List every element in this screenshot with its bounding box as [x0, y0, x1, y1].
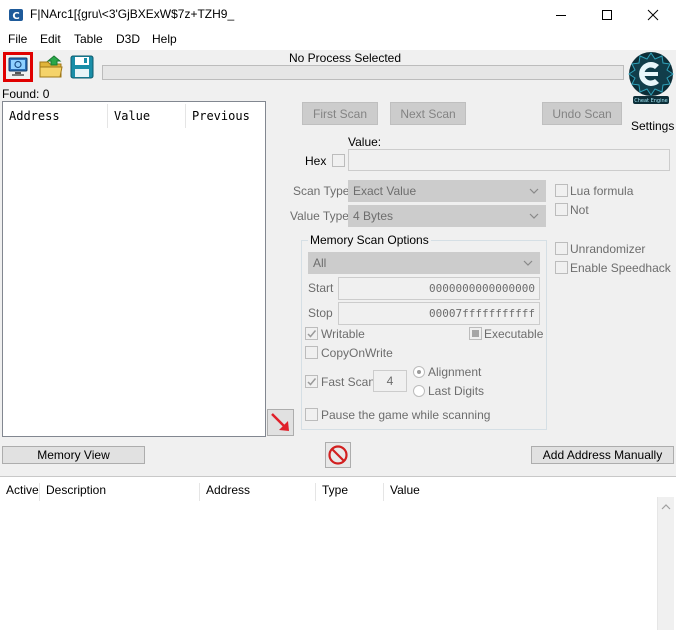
writable-checkbox[interactable]	[305, 327, 318, 340]
unrandomizer-label: Unrandomizer	[570, 242, 646, 256]
stop-label: Stop	[308, 306, 333, 320]
check-icon	[307, 330, 317, 338]
indeterminate-mark	[472, 330, 479, 337]
memory-region-value: All	[313, 256, 327, 270]
lua-formula-label: Lua formula	[570, 184, 634, 198]
first-scan-button[interactable]: First Scan	[302, 102, 378, 125]
value-input[interactable]	[348, 149, 670, 171]
save-button[interactable]	[67, 52, 97, 82]
next-scan-button[interactable]: Next Scan	[390, 102, 466, 125]
minimize-icon	[556, 15, 566, 16]
window-title: F|NArc1[{gru\<3'GjBXExW$7z+TZH9_	[30, 7, 235, 21]
copy-on-write-checkbox[interactable]	[305, 346, 318, 359]
app-icon: C	[8, 7, 24, 23]
column-previous[interactable]: Previous	[186, 104, 264, 128]
column-active[interactable]: Active	[0, 483, 40, 501]
undo-scan-button[interactable]: Undo Scan	[542, 102, 622, 125]
writable-label: Writable	[321, 327, 365, 341]
memory-region-select[interactable]: All	[308, 252, 540, 274]
column-description[interactable]: Description	[40, 483, 200, 501]
minimize-button[interactable]	[538, 0, 584, 30]
not-checkbox[interactable]	[555, 203, 568, 216]
value-type-value: 4 Bytes	[353, 209, 394, 223]
floppy-disk-icon	[70, 55, 94, 79]
column-value[interactable]: Value	[108, 104, 186, 128]
open-process-button[interactable]	[3, 52, 33, 82]
menu-file[interactable]: File	[8, 32, 27, 46]
close-button[interactable]	[630, 0, 676, 30]
column-address[interactable]: Address	[3, 104, 108, 128]
chevron-down-icon	[529, 213, 539, 219]
clear-list-button[interactable]	[325, 442, 351, 468]
pause-game-label: Pause the game while scanning	[321, 408, 491, 422]
close-icon	[647, 9, 659, 21]
found-count: Found: 0	[2, 87, 50, 101]
start-address-input[interactable]: 0000000000000000	[338, 277, 540, 300]
settings-logo-button[interactable]: Cheat Engine	[627, 50, 675, 106]
fast-scan-label: Fast Scan	[321, 375, 376, 389]
add-to-address-list-button[interactable]	[267, 409, 294, 436]
maximize-icon	[602, 10, 612, 20]
chevron-down-icon	[529, 188, 539, 194]
column-type[interactable]: Type	[316, 483, 384, 501]
last-digits-radio[interactable]	[413, 385, 425, 397]
start-label: Start	[308, 281, 334, 295]
check-icon	[307, 378, 317, 386]
scan-progress-bar	[102, 65, 624, 80]
hex-checkbox[interactable]	[332, 154, 345, 167]
scan-type-label: Scan Type	[293, 184, 350, 198]
copy-on-write-label: CopyOnWrite	[321, 346, 393, 360]
scan-type-select[interactable]: Exact Value	[348, 180, 546, 202]
svg-text:C: C	[12, 11, 19, 22]
pause-game-checkbox[interactable]	[305, 408, 318, 421]
fast-scan-checkbox[interactable]	[305, 375, 318, 388]
menu-table[interactable]: Table	[74, 32, 103, 46]
column-address[interactable]: Address	[200, 483, 316, 501]
process-label: No Process Selected	[288, 51, 402, 65]
executable-checkbox[interactable]	[469, 327, 482, 340]
chevron-up-icon	[661, 504, 671, 510]
lua-formula-checkbox[interactable]	[555, 184, 568, 197]
open-file-button[interactable]	[37, 52, 67, 82]
add-address-manually-button[interactable]: Add Address Manually	[531, 446, 674, 464]
splitter-handle[interactable]	[320, 470, 356, 479]
computer-icon	[8, 57, 28, 76]
arrow-down-right-icon	[271, 413, 289, 431]
logo-caption: Cheat Engine	[634, 98, 668, 104]
memory-view-button[interactable]: Memory View	[2, 446, 145, 464]
maximize-button[interactable]	[584, 0, 630, 30]
chevron-down-icon	[523, 260, 533, 266]
radio-dot	[417, 370, 421, 374]
menu-edit[interactable]: Edit	[40, 32, 61, 46]
vertical-scrollbar[interactable]	[657, 497, 674, 630]
memory-scan-options-title: Memory Scan Options	[308, 233, 431, 247]
alignment-label: Alignment	[428, 365, 482, 379]
speedhack-checkbox[interactable]	[555, 261, 568, 274]
menu-help[interactable]: Help	[152, 32, 177, 46]
executable-label: Executable	[484, 327, 544, 341]
unrandomizer-checkbox[interactable]	[555, 242, 568, 255]
cheat-engine-logo-icon: Cheat Engine	[628, 52, 674, 104]
scan-type-value: Exact Value	[353, 184, 417, 198]
alignment-radio[interactable]	[413, 366, 425, 378]
found-results-list[interactable]: Address Value Previous	[2, 101, 266, 437]
value-label: Value:	[348, 135, 382, 149]
column-value[interactable]: Value	[384, 483, 654, 501]
address-list[interactable]: Active Description Address Type Value	[0, 476, 676, 630]
not-label: Not	[570, 203, 589, 217]
stop-icon	[328, 445, 348, 465]
menu-d3d[interactable]: D3D	[116, 32, 140, 46]
speedhack-label: Enable Speedhack	[570, 261, 671, 275]
settings-label[interactable]: Settings	[631, 119, 674, 133]
fast-scan-alignment-input[interactable]: 4	[373, 370, 407, 392]
value-type-select[interactable]: 4 Bytes	[348, 205, 546, 227]
value-type-label: Value Type	[290, 209, 349, 223]
hex-label: Hex	[305, 154, 327, 168]
last-digits-label: Last Digits	[428, 384, 485, 398]
open-folder-icon	[39, 55, 63, 78]
stop-address-input[interactable]: 00007fffffffffff	[338, 302, 540, 325]
